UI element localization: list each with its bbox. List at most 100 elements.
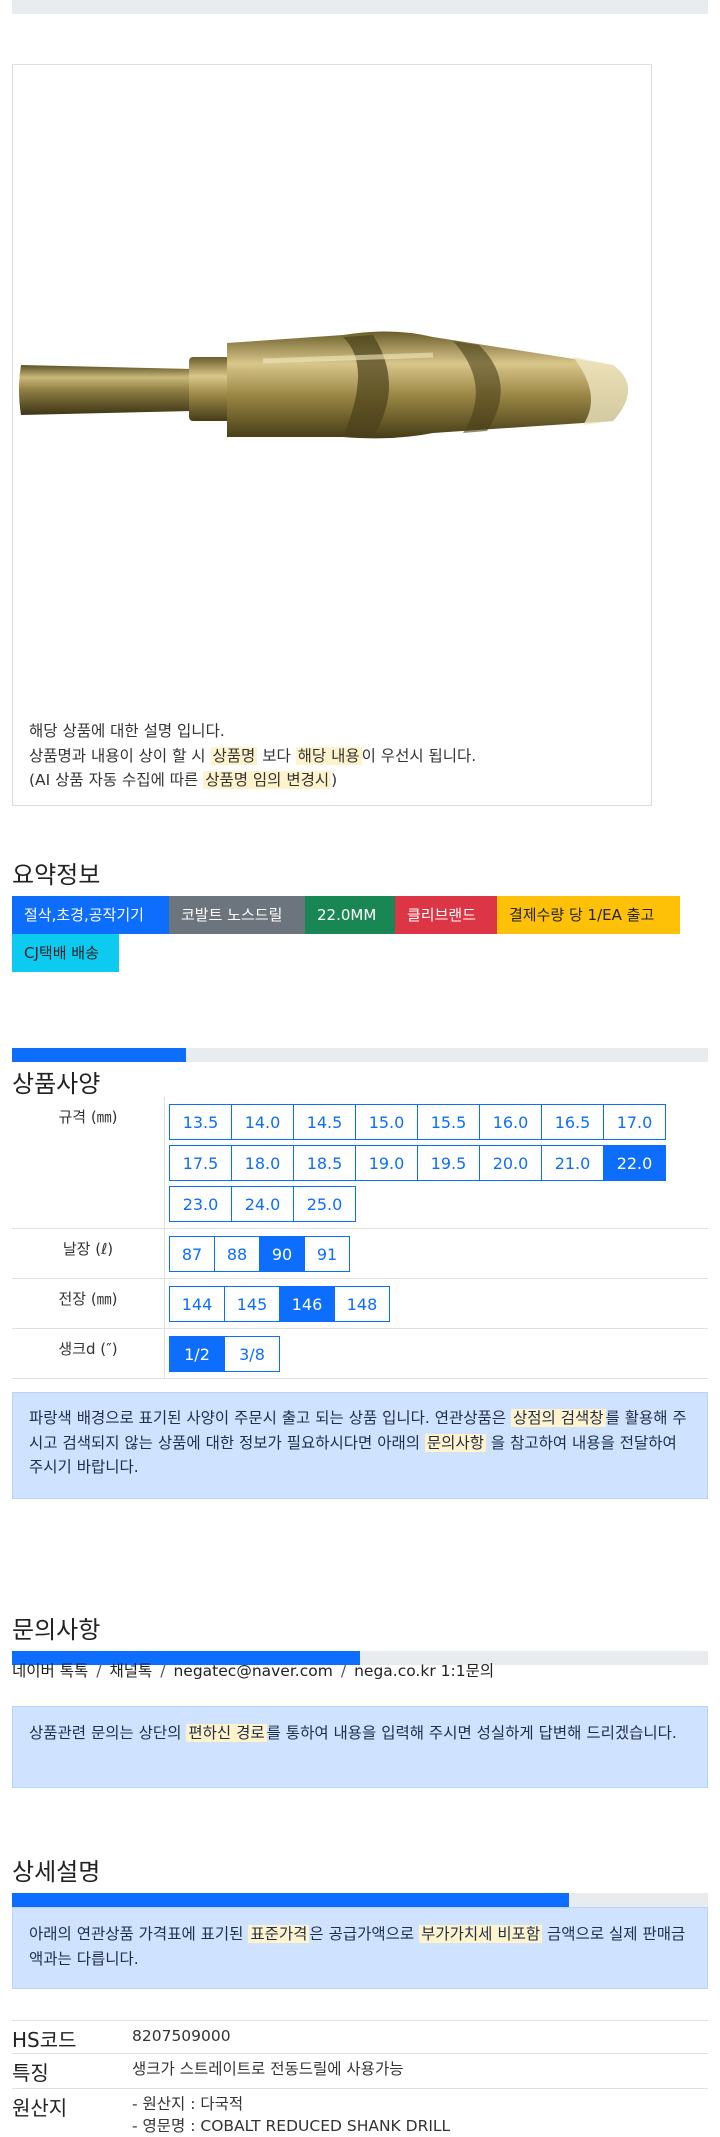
- summary-tag: 결제수량 당 1/EA 출고: [497, 896, 680, 934]
- spec-options: 144 145 146 148: [164, 1278, 708, 1329]
- spec-option-button[interactable]: 91: [304, 1235, 350, 1272]
- notice-line: 해당 상품에 대한 설명 입니다.: [29, 719, 476, 744]
- spec-option-button[interactable]: 22.0: [603, 1144, 666, 1181]
- detail-key: 특징: [12, 2061, 49, 2085]
- spec-options: 1/2 3/8: [164, 1328, 708, 1379]
- spec-row: 규격 (㎜) 13.5 14.0 14.5 15.0 15.5 16.0 16.5 17.0 17…: [12, 1097, 708, 1229]
- notice-text: 보다: [257, 746, 296, 765]
- spec-option-row: 144 145 146 148: [169, 1283, 708, 1324]
- detail-value: - 원산지 : 다국적 - 영문명 : COBALT REDUCED SHANK …: [132, 2093, 450, 2137]
- spec-option-button[interactable]: 88: [214, 1235, 260, 1272]
- channel-separator: /: [160, 1662, 166, 1680]
- inquiry-notice: 상품관련 문의는 상단의 편하신 경로 를 통하여 내용을 입력해 주시면 성실하…: [12, 1706, 708, 1788]
- summary-tag: 코발트 노스드릴: [169, 896, 305, 934]
- spec-option-button[interactable]: 19.5: [417, 1144, 480, 1181]
- channel-separator: /: [340, 1662, 347, 1680]
- notice-line: 상품명과 내용이 상이 할 시 상품명 보다 해당 내용 이 우선시 됩니다.: [29, 744, 476, 769]
- contact-channel-link[interactable]: nega.co.kr 1:1문의: [354, 1662, 494, 1680]
- detail-heading: 상세설명: [12, 1858, 101, 1886]
- spec-option-row: 1/2 3/8: [169, 1333, 708, 1374]
- spec-progress-bar: [12, 1048, 708, 1062]
- spec-option-button[interactable]: 148: [334, 1285, 390, 1322]
- detail-progress-fill: [12, 1893, 569, 1907]
- inquiry-notice-text: 상품관련 문의는 상단의: [29, 1724, 187, 1742]
- spec-label: 전장 (㎜): [12, 1278, 165, 1329]
- inquiry-heading: 문의사항: [12, 1616, 101, 1644]
- spec-option-button[interactable]: 16.0: [479, 1103, 542, 1140]
- spec-option-button[interactable]: 1/2: [169, 1335, 225, 1372]
- spec-option-button[interactable]: 146: [279, 1285, 335, 1322]
- contact-channel-link[interactable]: 네이버 톡톡: [12, 1662, 88, 1680]
- spec-label: 날장 (ℓ): [12, 1228, 165, 1279]
- detail-value-line: - 원산지 : 다국적: [132, 2095, 244, 2113]
- spec-option-button[interactable]: 145: [224, 1285, 280, 1322]
- summary-tag: 클리브랜드: [395, 896, 497, 934]
- contact-channels: 네이버 톡톡 / 채널톡 / negatec@naver.com / nega.co.kr …: [12, 1659, 494, 1681]
- notice-text: (AI 상품 자동 수집에 따른: [29, 771, 204, 789]
- spec-option-button[interactable]: 20.0: [479, 1144, 542, 1181]
- detail-key: 원산지: [12, 2096, 68, 2120]
- summary-heading: 요약정보: [12, 861, 101, 889]
- spec-notice: 파랑색 배경으로 표기된 사양이 주문시 출고 되는 상품 입니다. 연관상품은…: [12, 1392, 708, 1499]
- summary-tag: 22.0MM: [305, 896, 395, 934]
- notice-highlight: 상품명 임의 변경시: [203, 771, 332, 789]
- spec-option-button[interactable]: 15.0: [355, 1103, 418, 1140]
- spec-option-button[interactable]: 90: [259, 1235, 305, 1272]
- spec-option-button[interactable]: 3/8: [224, 1335, 280, 1372]
- spec-option-button[interactable]: 17.5: [169, 1144, 232, 1181]
- spec-option-row: 23.0 24.0 25.0: [169, 1183, 708, 1224]
- drill-bit-image: [19, 331, 628, 439]
- spec-option-button[interactable]: 18.0: [231, 1144, 294, 1181]
- spec-option-button[interactable]: 14.5: [293, 1103, 356, 1140]
- spec-heading: 상품사양: [12, 1070, 101, 1098]
- detail-notice-highlight: 표준가격: [248, 1925, 310, 1943]
- contact-channel-link[interactable]: 채널톡: [109, 1662, 152, 1680]
- spec-option-button[interactable]: 19.0: [355, 1144, 418, 1181]
- notice-text: 해당 상품에 대한 설명 입니다.: [29, 722, 225, 740]
- spec-option-button[interactable]: 16.5: [541, 1103, 604, 1140]
- spec-row: 전장 (㎜) 144 145 146 148: [12, 1278, 708, 1329]
- inquiry-notice-highlight: 편하신 경로: [186, 1724, 267, 1742]
- spec-option-button[interactable]: 144: [169, 1285, 225, 1322]
- spec-options: 13.5 14.0 14.5 15.0 15.5 16.0 16.5 17.0 17.5 18.0…: [164, 1097, 708, 1229]
- spec-row: 생크d (″) 1/2 3/8: [12, 1328, 708, 1379]
- spec-option-button[interactable]: 87: [169, 1235, 215, 1272]
- detail-row: 특징 생크가 스트레이트로 전동드릴에 사용가능: [12, 2053, 708, 2089]
- product-description-notice: 해당 상품에 대한 설명 입니다. 상품명과 내용이 상이 할 시 상품명 보다 …: [29, 719, 476, 793]
- channel-separator: /: [96, 1662, 102, 1680]
- spec-option-button[interactable]: 17.0: [603, 1103, 666, 1140]
- detail-value-line: 8207509000: [132, 2027, 231, 2045]
- notice-text: ): [331, 771, 338, 789]
- contact-channel-link[interactable]: negatec@naver.com: [173, 1662, 332, 1680]
- spec-option-button[interactable]: 14.0: [231, 1103, 294, 1140]
- detail-notice-text: 아래의 연관상품 가격표에 표기된: [29, 1925, 249, 1943]
- spec-option-button[interactable]: 24.0: [231, 1185, 294, 1222]
- spec-option-button[interactable]: 18.5: [293, 1144, 356, 1181]
- spec-option-button[interactable]: 23.0: [169, 1185, 232, 1222]
- detail-row: HS코드 8207509000: [12, 2020, 708, 2054]
- spec-row: 날장 (ℓ) 87 88 90 91: [12, 1228, 708, 1279]
- detail-value-line: 생크가 스트레이트로 전동드릴에 사용가능: [132, 2060, 404, 2078]
- notice-highlight: 해당 내용: [295, 746, 362, 765]
- detail-value: 8207509000: [132, 2025, 231, 2047]
- notice-text: 이 우선시 됩니다.: [361, 746, 477, 765]
- spec-option-row: 87 88 90 91: [169, 1233, 708, 1274]
- spec-option-button[interactable]: 21.0: [541, 1144, 604, 1181]
- spec-option-button[interactable]: 25.0: [293, 1185, 356, 1222]
- product-image-box: 해당 상품에 대한 설명 입니다. 상품명과 내용이 상이 할 시 상품명 보다 …: [12, 64, 652, 806]
- spec-notice-highlight: 상점의 검색창: [511, 1409, 606, 1427]
- detail-notice-highlight: 부가가치세 비포함: [419, 1925, 543, 1943]
- spec-option-button[interactable]: 15.5: [417, 1103, 480, 1140]
- summary-tag: 절삭,초경,공작기기: [12, 896, 169, 934]
- spec-label: 규격 (㎜): [12, 1097, 165, 1229]
- spec-progress-fill: [12, 1048, 186, 1062]
- detail-notice-text: 은 공급가액으로: [309, 1925, 420, 1943]
- spec-options: 87 88 90 91: [164, 1228, 708, 1279]
- spec-notice-text: 파랑색 배경으로 표기된 사양이 주문시 출고 되는 상품 입니다. 연관상품은: [29, 1409, 511, 1427]
- spec-option-row: 13.5 14.0 14.5 15.0 15.5 16.0 16.5 17.0: [169, 1101, 708, 1142]
- notice-highlight: 상품명: [210, 746, 258, 765]
- notice-text: 상품명과 내용이 상이 할 시: [29, 746, 211, 765]
- spec-option-button[interactable]: 13.5: [169, 1103, 232, 1140]
- inquiry-notice-text: 를 통하여 내용을 입력해 주시면 성실하게 답변해 드리겠습니다.: [266, 1724, 677, 1742]
- spec-option-row: 17.5 18.0 18.5 19.0 19.5 20.0 21.0 22.0: [169, 1142, 708, 1183]
